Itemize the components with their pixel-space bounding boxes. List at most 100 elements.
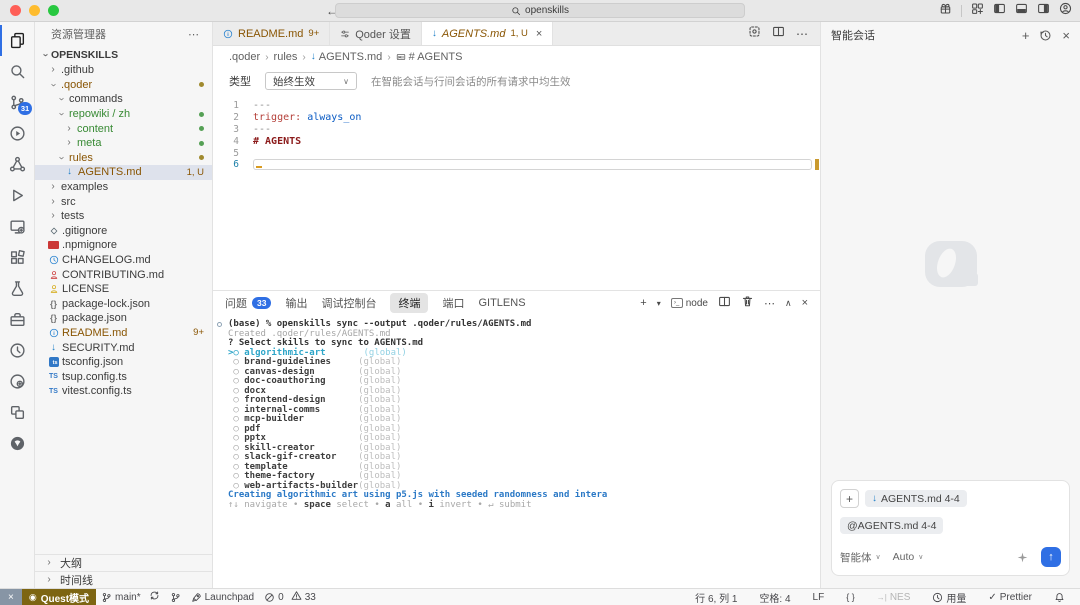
activitybar-item-globe[interactable]: [0, 428, 34, 459]
rule-type-select[interactable]: 始终生效 ∨: [265, 72, 357, 90]
git-graph-button[interactable]: [165, 589, 186, 605]
quest-mode-button[interactable]: ◉Quest模式: [22, 589, 96, 605]
sidebar-section-[interactable]: ›时间线: [35, 571, 212, 588]
activitybar-item-run[interactable]: [0, 118, 34, 149]
panel-tab-[interactable]: 终端: [390, 293, 428, 313]
sidebar-more-actions-icon[interactable]: ⋯: [188, 28, 200, 41]
add-context-button[interactable]: +: [840, 489, 859, 508]
close-tab-icon[interactable]: ×: [536, 28, 542, 40]
tree-item-package-lock-json[interactable]: {}package-lock.json: [35, 297, 212, 312]
panel-more-actions-icon[interactable]: ⋯: [764, 297, 775, 310]
editor-tab-agents-md[interactable]: ↓AGENTS.md1, U×: [422, 22, 553, 45]
new-chat-icon[interactable]: +: [1022, 29, 1030, 42]
tree-item-npmignore[interactable]: .npmignore: [35, 238, 212, 253]
kill-terminal-icon[interactable]: [741, 295, 754, 311]
close-panel-icon[interactable]: ×: [802, 297, 808, 309]
tree-item-commands[interactable]: ›commands: [35, 92, 212, 107]
tree-item-license[interactable]: LICENSE: [35, 282, 212, 297]
screenshot-editor-icon[interactable]: [748, 25, 761, 43]
close-window-button[interactable]: [10, 5, 21, 16]
terminal[interactable]: (base) % openskills sync --output .qoder…: [213, 315, 820, 588]
language-mode-button[interactable]: { }: [841, 592, 860, 602]
close-chat-icon[interactable]: ×: [1062, 29, 1070, 42]
activitybar-item-testing[interactable]: [0, 273, 34, 304]
tree-item-rules[interactable]: ›rules: [35, 151, 212, 166]
split-editor-icon[interactable]: [772, 25, 785, 43]
activitybar-item-explorer[interactable]: [0, 25, 34, 56]
mention-chip[interactable]: @AGENTS.md 4-4: [840, 517, 943, 534]
breadcrumb-item-rules[interactable]: rules: [274, 51, 298, 63]
tree-item-security-md[interactable]: ↓SECURITY.md: [35, 340, 212, 355]
tree-item-agents-md[interactable]: ↓AGENTS.md1, U: [35, 165, 212, 180]
panel-tab-[interactable]: 输出: [285, 295, 307, 311]
panel-tab-[interactable]: 问题33: [225, 295, 271, 311]
panel-tab-gitlens[interactable]: GITLENS: [478, 297, 525, 309]
activitybar-item-remote[interactable]: [0, 211, 34, 242]
panel-tab-[interactable]: 调试控制台: [321, 295, 376, 311]
launchpad-button[interactable]: Launchpad: [186, 589, 260, 605]
activitybar-item-debug[interactable]: [0, 180, 34, 211]
chat-history-icon[interactable]: [1039, 29, 1052, 42]
tree-item-gitignore[interactable]: .gitignore: [35, 224, 212, 239]
prettier-button[interactable]: ✓Prettier: [983, 592, 1037, 603]
sidebar-section-[interactable]: ›大纲: [35, 554, 212, 571]
project-root-row[interactable]: › OPENSKILLS: [35, 46, 212, 63]
tree-item-contributing-md[interactable]: CONTRIBUTING.md: [35, 267, 212, 282]
activitybar-item-connections[interactable]: [0, 149, 34, 180]
activitybar-item-history[interactable]: [0, 335, 34, 366]
titlebar-panel-bottom-button[interactable]: [1015, 2, 1028, 20]
maximize-panel-icon[interactable]: ∧: [785, 298, 792, 309]
more-actions-icon[interactable]: ⋯: [796, 27, 808, 41]
tree-item-package-json[interactable]: {}package.json: [35, 311, 212, 326]
minimize-window-button[interactable]: [29, 5, 40, 16]
activitybar-item-source-control[interactable]: 31: [0, 87, 34, 118]
remote-indicator[interactable]: ×: [0, 589, 22, 605]
activitybar-item-search[interactable]: [0, 56, 34, 87]
context-chip[interactable]: ↓ AGENTS.md 4-4: [865, 490, 967, 507]
activitybar-item-toolbox[interactable]: [0, 304, 34, 335]
tree-item-meta[interactable]: ›meta: [35, 136, 212, 151]
tree-item-tests[interactable]: ›tests: [35, 209, 212, 224]
breadcrumb-item-agents-md[interactable]: ↓AGENTS.md: [311, 51, 383, 63]
activitybar-item-lab[interactable]: [0, 366, 34, 397]
panel-tab-[interactable]: 端口: [442, 295, 464, 311]
indentation-button[interactable]: 空格: 4: [754, 590, 795, 605]
tree-item-examples[interactable]: ›examples: [35, 180, 212, 195]
titlebar-panel-right-button[interactable]: [1037, 2, 1050, 20]
tree-item-vitest-config-ts[interactable]: TSvitest.config.ts: [35, 384, 212, 399]
tree-item-tsup-config-ts[interactable]: TStsup.config.ts: [35, 369, 212, 384]
titlebar-layout-button[interactable]: [971, 2, 984, 20]
notifications-bell-icon[interactable]: [1049, 592, 1070, 603]
editor-tab-qoder[interactable]: Qoder 设置: [330, 22, 422, 45]
breadcrumb-item-qoder[interactable]: .qoder: [229, 51, 260, 63]
enhance-prompt-icon[interactable]: [1016, 551, 1029, 564]
model-select[interactable]: Auto ∨: [893, 551, 924, 563]
send-button[interactable]: ↑: [1041, 547, 1061, 567]
tree-item-github[interactable]: ›.github: [35, 63, 212, 78]
tree-item-changelog-md[interactable]: CHANGELOG.md: [35, 253, 212, 268]
tree-item-src[interactable]: ›src: [35, 194, 212, 209]
editor-tab-readme-md[interactable]: README.md9+: [213, 22, 330, 45]
eol-button[interactable]: LF: [808, 592, 830, 603]
titlebar-gift-button[interactable]: [939, 2, 952, 20]
agent-select[interactable]: 智能体 ∨: [840, 550, 881, 565]
tree-item-repowiki-zh[interactable]: ›repowiki / zh: [35, 107, 212, 122]
tree-item-tsconfig-json[interactable]: tstsconfig.json: [35, 355, 212, 370]
terminal-instance-node[interactable]: ›_node: [671, 298, 708, 309]
titlebar-panel-left-button[interactable]: [993, 2, 1006, 20]
zoom-window-button[interactable]: [48, 5, 59, 16]
titlebar-account-button[interactable]: [1059, 2, 1072, 20]
chat-input-card[interactable]: + ↓ AGENTS.md 4-4 @AGENTS.md 4-4 智能体 ∨: [831, 480, 1070, 576]
tree-item-content[interactable]: ›content: [35, 121, 212, 136]
tree-item-readme-md[interactable]: README.md9+: [35, 326, 212, 341]
git-branch-button[interactable]: main*: [96, 589, 165, 605]
command-center-search[interactable]: openskills: [335, 3, 745, 18]
tree-item-qoder[interactable]: ›.qoder: [35, 78, 212, 93]
sync-changes-icon[interactable]: [149, 590, 160, 604]
problems-status-button[interactable]: 033: [259, 589, 321, 605]
nes-button[interactable]: →|NES: [872, 592, 916, 603]
terminal-profile-chevron-icon[interactable]: ▾: [657, 299, 661, 308]
cursor-position-button[interactable]: 行 6, 列 1: [690, 590, 742, 605]
usage-button[interactable]: 用量: [927, 590, 971, 605]
new-terminal-icon[interactable]: +: [640, 297, 646, 309]
